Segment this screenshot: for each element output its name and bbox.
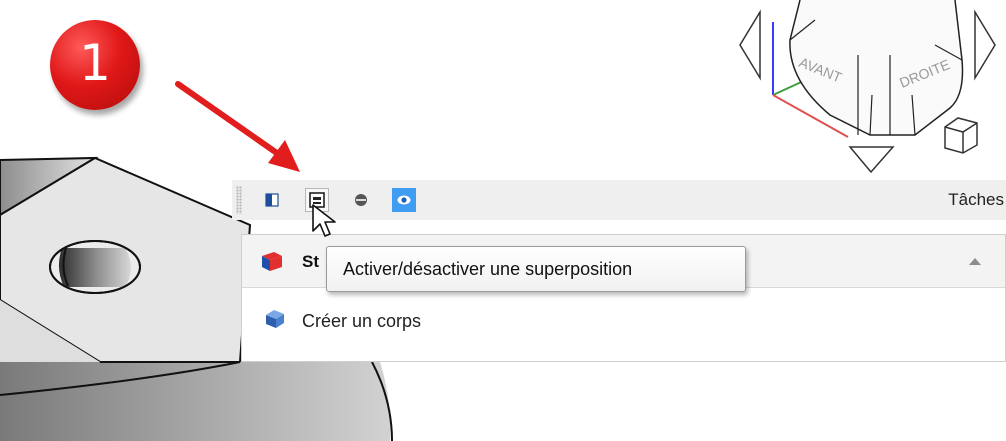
tasks-tab-label[interactable]: Tâches bbox=[948, 190, 1004, 210]
transparency-icon bbox=[355, 194, 367, 206]
panel-toggle-icon bbox=[265, 193, 279, 207]
transparency-button[interactable] bbox=[349, 188, 373, 212]
3d-model-scene: AVANT DROITE bbox=[0, 0, 996, 441]
tooltip-text: Activer/désactiver une superposition bbox=[343, 259, 633, 279]
annotation-arrow bbox=[175, 81, 300, 172]
home-view-cube-icon[interactable] bbox=[944, 117, 978, 154]
navigation-cube[interactable]: AVANT DROITE bbox=[789, 0, 964, 136]
tooltip: Activer/désactiver une superposition bbox=[326, 246, 746, 292]
visibility-button[interactable] bbox=[392, 188, 416, 212]
task-item-label: Créer un corps bbox=[302, 311, 422, 331]
eye-icon bbox=[397, 195, 411, 205]
section-title: St bbox=[302, 252, 319, 271]
sketch-section-icon bbox=[262, 252, 282, 271]
step-badge: 1 bbox=[50, 20, 140, 110]
panel-toggle-button[interactable] bbox=[260, 188, 284, 212]
toolbar-grip-handle[interactable] bbox=[236, 186, 242, 214]
rotate-down-arrow-icon[interactable] bbox=[848, 146, 895, 174]
step-number: 1 bbox=[79, 34, 111, 92]
rotate-left-arrow-icon[interactable] bbox=[739, 9, 761, 81]
task-item-create-body[interactable]: Créer un corps bbox=[242, 287, 1005, 357]
body-icon bbox=[266, 310, 284, 328]
rotate-right-arrow-icon[interactable] bbox=[974, 9, 996, 81]
mouse-cursor-icon bbox=[312, 204, 336, 237]
collapse-icon[interactable] bbox=[969, 257, 981, 265]
view-toolbar: Tâches bbox=[232, 180, 1006, 220]
3d-viewport[interactable]: AVANT DROITE 1 Tâches St Créer un corps … bbox=[0, 0, 1006, 441]
